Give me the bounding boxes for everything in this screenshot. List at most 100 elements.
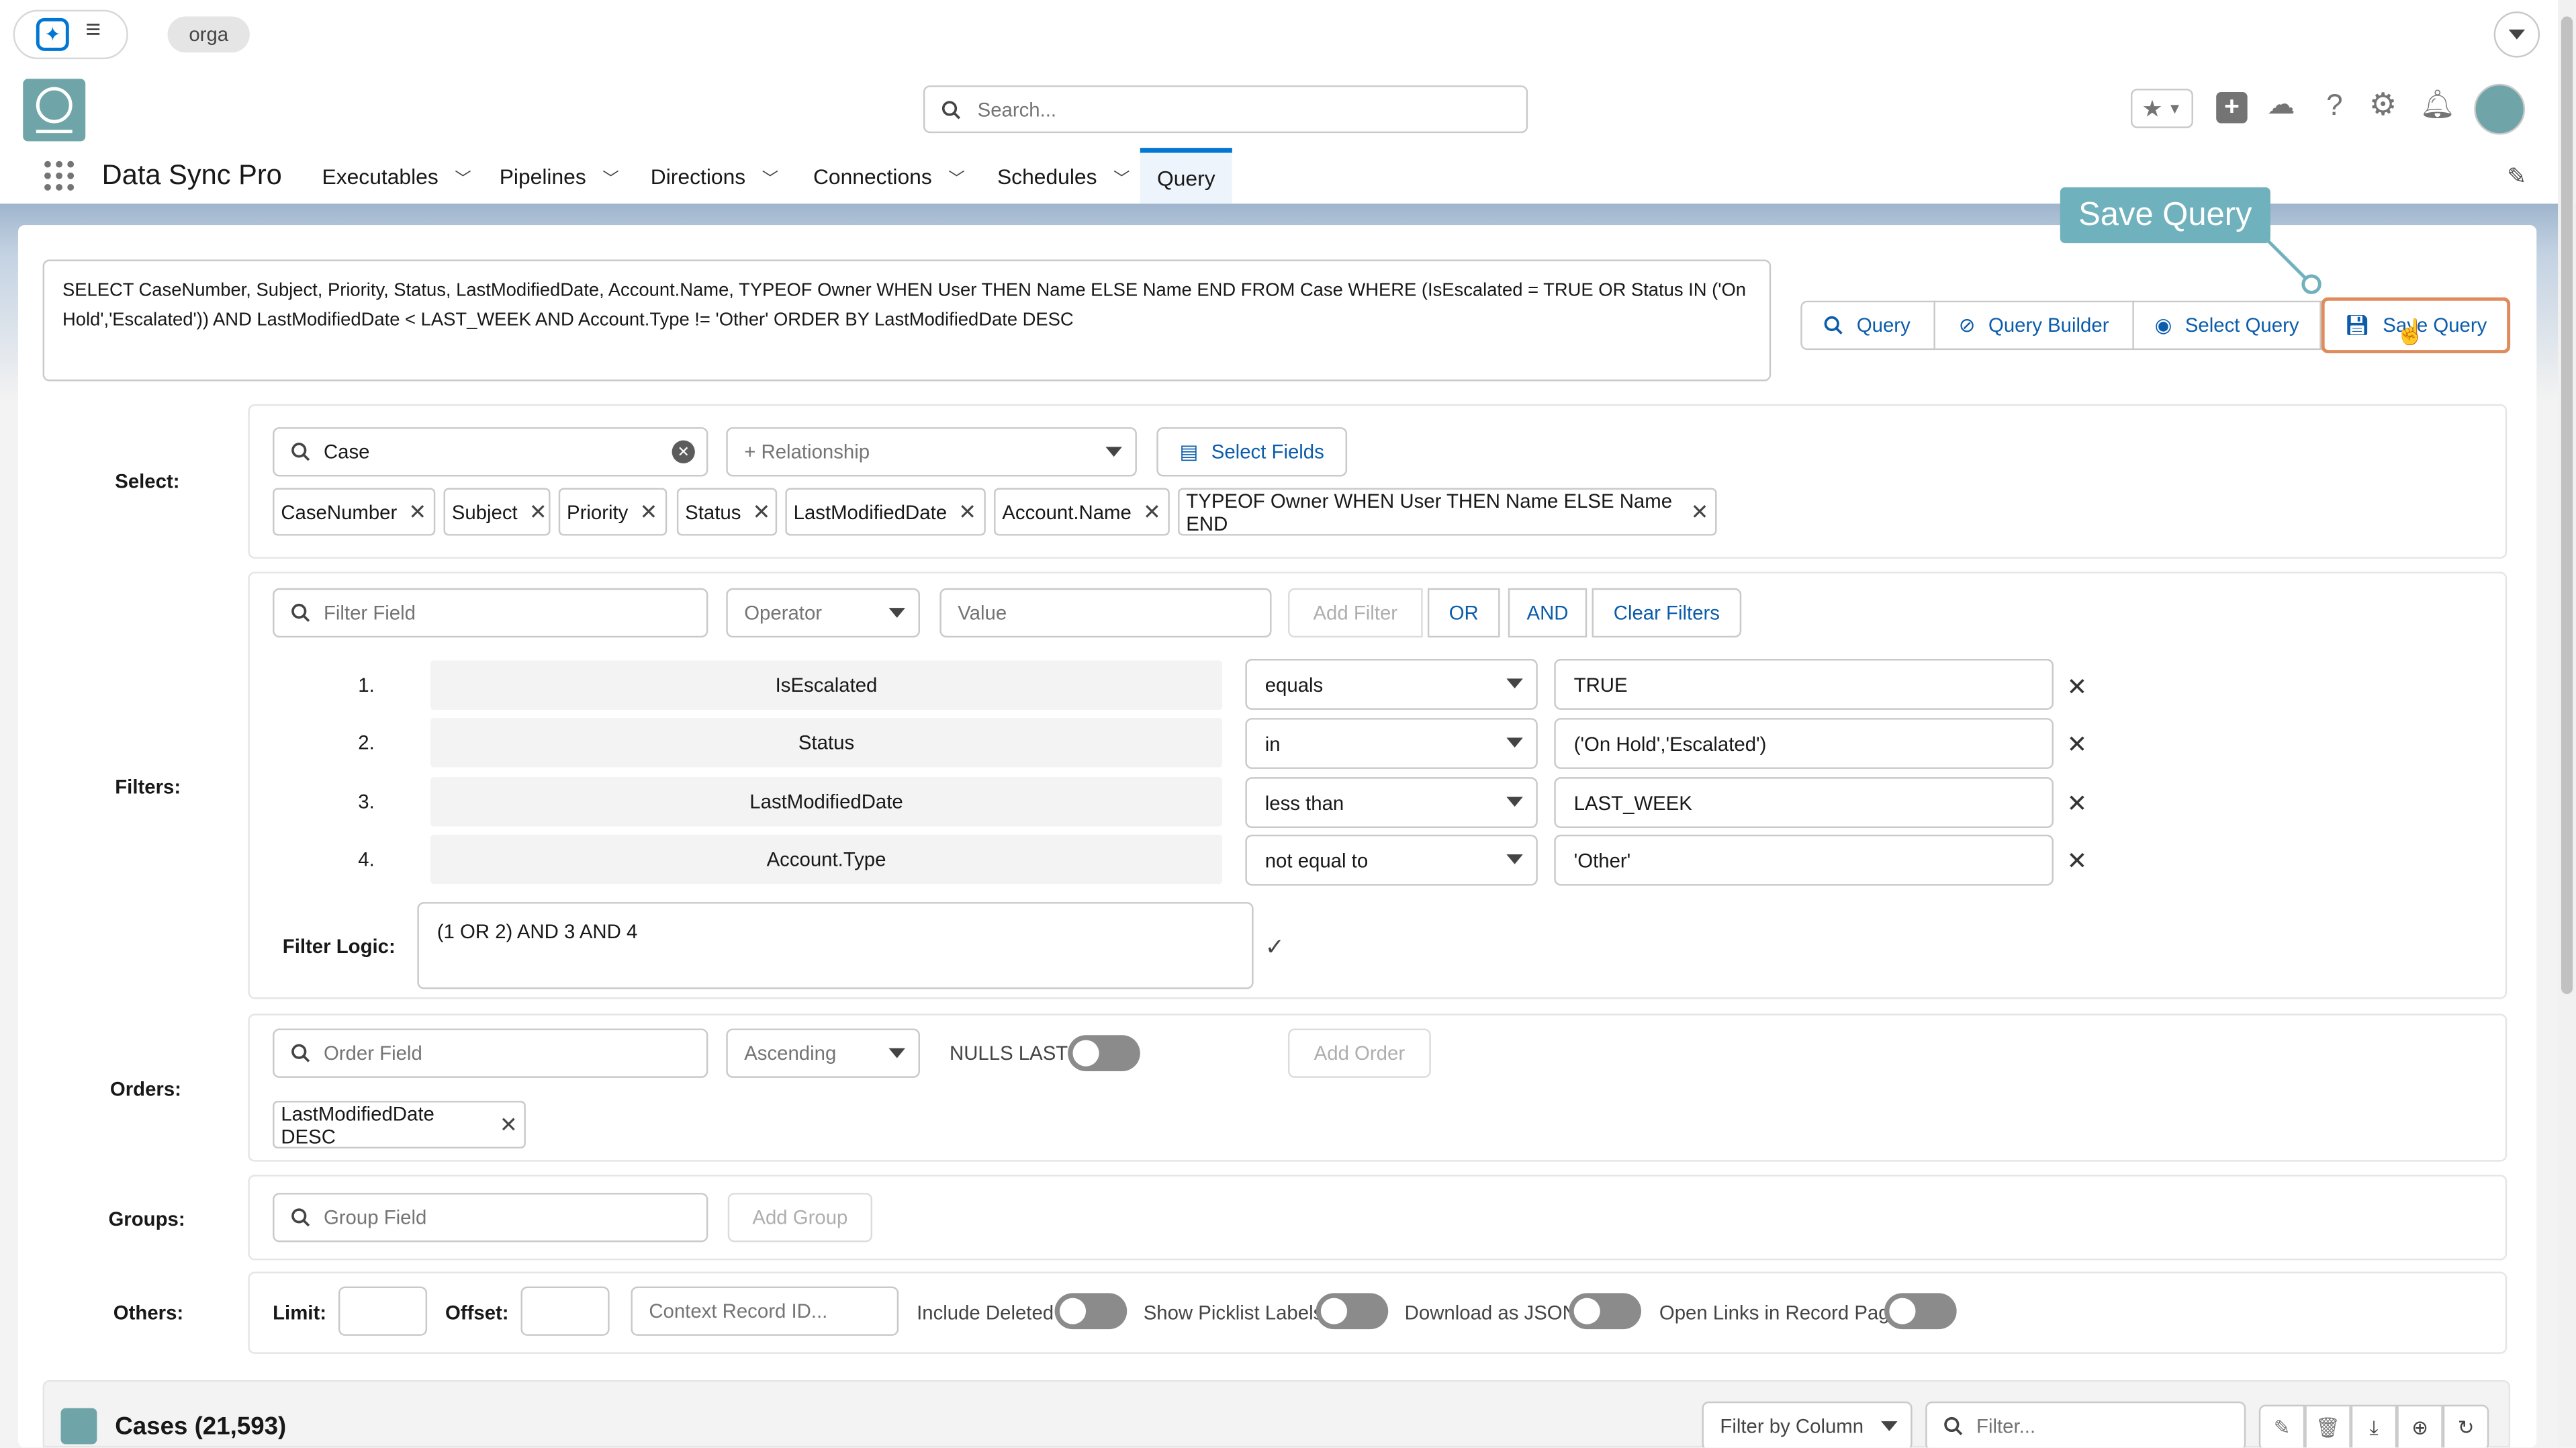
operator-select[interactable]: Operator <box>726 588 920 638</box>
filter-value-field[interactable]: LAST_WEEK <box>1554 777 2054 828</box>
field-pill[interactable]: Subject ✕ <box>443 488 551 536</box>
offset-input[interactable] <box>520 1286 610 1336</box>
check-icon[interactable]: ✓ <box>1265 934 1285 962</box>
nav-item-connections[interactable]: Connections ﹀ <box>813 148 965 203</box>
help-icon[interactable]: ? <box>2326 89 2343 123</box>
field-pill[interactable]: CaseNumber ✕ <box>273 488 436 536</box>
select-fields-button[interactable]: ▤ Select Fields <box>1156 427 1348 477</box>
filter-value-field[interactable]: ('On Hold','Escalated') <box>1554 718 2054 769</box>
add-order-button[interactable]: Add Order <box>1287 1028 1431 1078</box>
add-filter-button[interactable]: Add Filter <box>1287 588 1423 638</box>
field-pill[interactable]: Status ✕ <box>676 488 778 536</box>
filter-logic-value: (1 OR 2) AND 3 AND 4 <box>436 919 638 944</box>
filter-value-field[interactable]: TRUE <box>1554 659 2054 710</box>
close-icon[interactable]: ✕ <box>1691 498 1709 525</box>
group-field-input[interactable]: Group Field <box>273 1193 708 1242</box>
app-launcher-icon[interactable] <box>43 159 76 192</box>
chevron-down-icon[interactable]: ﹀ <box>948 163 964 188</box>
remove-filter-icon[interactable]: ✕ <box>2067 788 2088 819</box>
clear-filters-button[interactable]: Clear Filters <box>1592 588 1742 638</box>
context-record-input[interactable]: Context Record ID... <box>631 1286 899 1336</box>
filter-by-column-select[interactable]: Filter by Column <box>1702 1401 1913 1448</box>
refresh-button[interactable]: ↻ <box>2442 1404 2489 1448</box>
field-pill[interactable]: TYPEOF Owner WHEN User THEN Name ELSE Na… <box>1178 488 1717 536</box>
chevron-down-icon[interactable]: ﹀ <box>1113 163 1130 188</box>
filter-value-input[interactable]: Value <box>939 588 1272 638</box>
nav-item-schedules[interactable]: Schedules ﹀ <box>997 148 1130 203</box>
offset-label: Offset: <box>445 1301 509 1324</box>
chevron-down-icon <box>2508 30 2526 40</box>
chevron-down-icon[interactable]: ﹀ <box>455 163 471 188</box>
agent-icon[interactable]: ✦ <box>36 17 69 51</box>
nav-item-query[interactable]: Query <box>1140 148 1232 204</box>
menu-icon[interactable]: ≡ <box>85 16 101 46</box>
delete-rows-button[interactable]: 🗑︎ <box>2305 1404 2351 1448</box>
chevron-down-icon[interactable]: ﹀ <box>602 163 618 188</box>
object-search-input[interactable]: Case ✕ <box>273 427 708 477</box>
nav-item-directions[interactable]: Directions ﹀ <box>651 148 778 203</box>
nav-item-pipelines[interactable]: Pipelines ﹀ <box>500 148 619 203</box>
open-links-toggle[interactable] <box>1884 1293 1957 1330</box>
account-dropdown-button[interactable] <box>2493 11 2540 58</box>
limit-input[interactable] <box>338 1286 428 1336</box>
query-builder-button[interactable]: ⊘ Query Builder <box>1935 300 2134 351</box>
close-icon[interactable]: ✕ <box>639 498 657 525</box>
filter-logic-textarea[interactable]: (1 OR 2) AND 3 AND 4 <box>417 902 1254 989</box>
order-pill[interactable]: LastModifiedDate DESC ✕ <box>273 1101 526 1149</box>
field-pill[interactable]: Priority ✕ <box>558 488 668 536</box>
results-filter-input[interactable]: Filter... <box>1925 1401 2246 1448</box>
avatar[interactable] <box>2474 83 2526 135</box>
include-deleted-toggle[interactable] <box>1054 1293 1128 1330</box>
relationship-select[interactable]: + Relationship <box>726 427 1137 477</box>
filter-field-input[interactable]: Filter Field <box>273 588 708 638</box>
filter-value-field[interactable]: 'Other' <box>1554 834 2054 886</box>
scrollbar-thumb[interactable] <box>2561 16 2573 995</box>
close-icon[interactable]: ✕ <box>408 498 426 525</box>
bell-icon[interactable]: 🔔︎ <box>2420 89 2456 122</box>
app-name: Data Sync Pro <box>101 159 282 191</box>
field-pill[interactable]: Account.Name ✕ <box>994 488 1170 536</box>
filter-operator-select[interactable]: in <box>1245 718 1538 769</box>
filter-operator-select[interactable]: equals <box>1245 659 1538 710</box>
add-group-button[interactable]: Add Group <box>727 1193 873 1242</box>
clear-icon[interactable]: ✕ <box>672 440 695 463</box>
add-icon[interactable]: + <box>2216 91 2248 124</box>
close-icon[interactable]: ✕ <box>958 498 976 525</box>
close-icon[interactable]: ✕ <box>500 1112 518 1138</box>
remove-filter-icon[interactable]: ✕ <box>2067 672 2088 702</box>
query-button[interactable]: Query <box>1800 300 1935 351</box>
or-label: OR <box>1448 601 1479 625</box>
edit-nav-icon[interactable]: ✎ <box>2507 163 2526 191</box>
add-row-button[interactable]: ⊕ <box>2397 1404 2443 1448</box>
trailhead-icon[interactable]: ☁ <box>2267 89 2295 122</box>
select-query-button[interactable]: ◉ Select Query <box>2134 300 2321 351</box>
query-textarea[interactable]: SELECT CaseNumber, Subject, Priority, St… <box>42 259 1772 381</box>
show-picklist-toggle[interactable] <box>1316 1293 1389 1330</box>
download-json-toggle[interactable] <box>1569 1293 1641 1330</box>
star-icon: ★ <box>2142 94 2163 121</box>
app-launcher-pill[interactable]: ✦ ≡ <box>13 9 128 60</box>
filter-operator-select[interactable]: less than <box>1245 777 1538 828</box>
close-icon[interactable]: ✕ <box>1143 498 1161 525</box>
filter-by-column-value: Filter by Column <box>1720 1414 1864 1438</box>
chevron-down-icon <box>1506 678 1523 689</box>
page-scrollbar[interactable] <box>2558 0 2576 1448</box>
close-icon[interactable]: ✕ <box>529 498 547 525</box>
remove-filter-icon[interactable]: ✕ <box>2067 729 2088 760</box>
order-field-input[interactable]: Order Field <box>273 1028 708 1078</box>
chevron-down-icon[interactable]: ﹀ <box>762 163 778 188</box>
global-search-input[interactable]: Search... <box>923 85 1528 134</box>
close-icon[interactable]: ✕ <box>753 498 771 525</box>
gear-icon[interactable]: ⚙ <box>2369 87 2397 125</box>
edit-rows-button[interactable]: ✎ <box>2258 1404 2305 1448</box>
field-pill[interactable]: LastModifiedDate ✕ <box>785 488 986 536</box>
order-direction-select[interactable]: Ascending <box>726 1028 920 1078</box>
nav-item-executables[interactable]: Executables ﹀ <box>322 148 471 203</box>
filter-operator-select[interactable]: not equal to <box>1245 834 1538 886</box>
and-button[interactable]: AND <box>1508 588 1588 638</box>
download-button[interactable]: ⤓ <box>2350 1404 2397 1448</box>
nulls-last-toggle[interactable] <box>1068 1035 1140 1072</box>
remove-filter-icon[interactable]: ✕ <box>2067 846 2088 876</box>
favorites-button[interactable]: ★ ▼ <box>2130 89 2193 128</box>
or-button[interactable]: OR <box>1427 588 1500 638</box>
